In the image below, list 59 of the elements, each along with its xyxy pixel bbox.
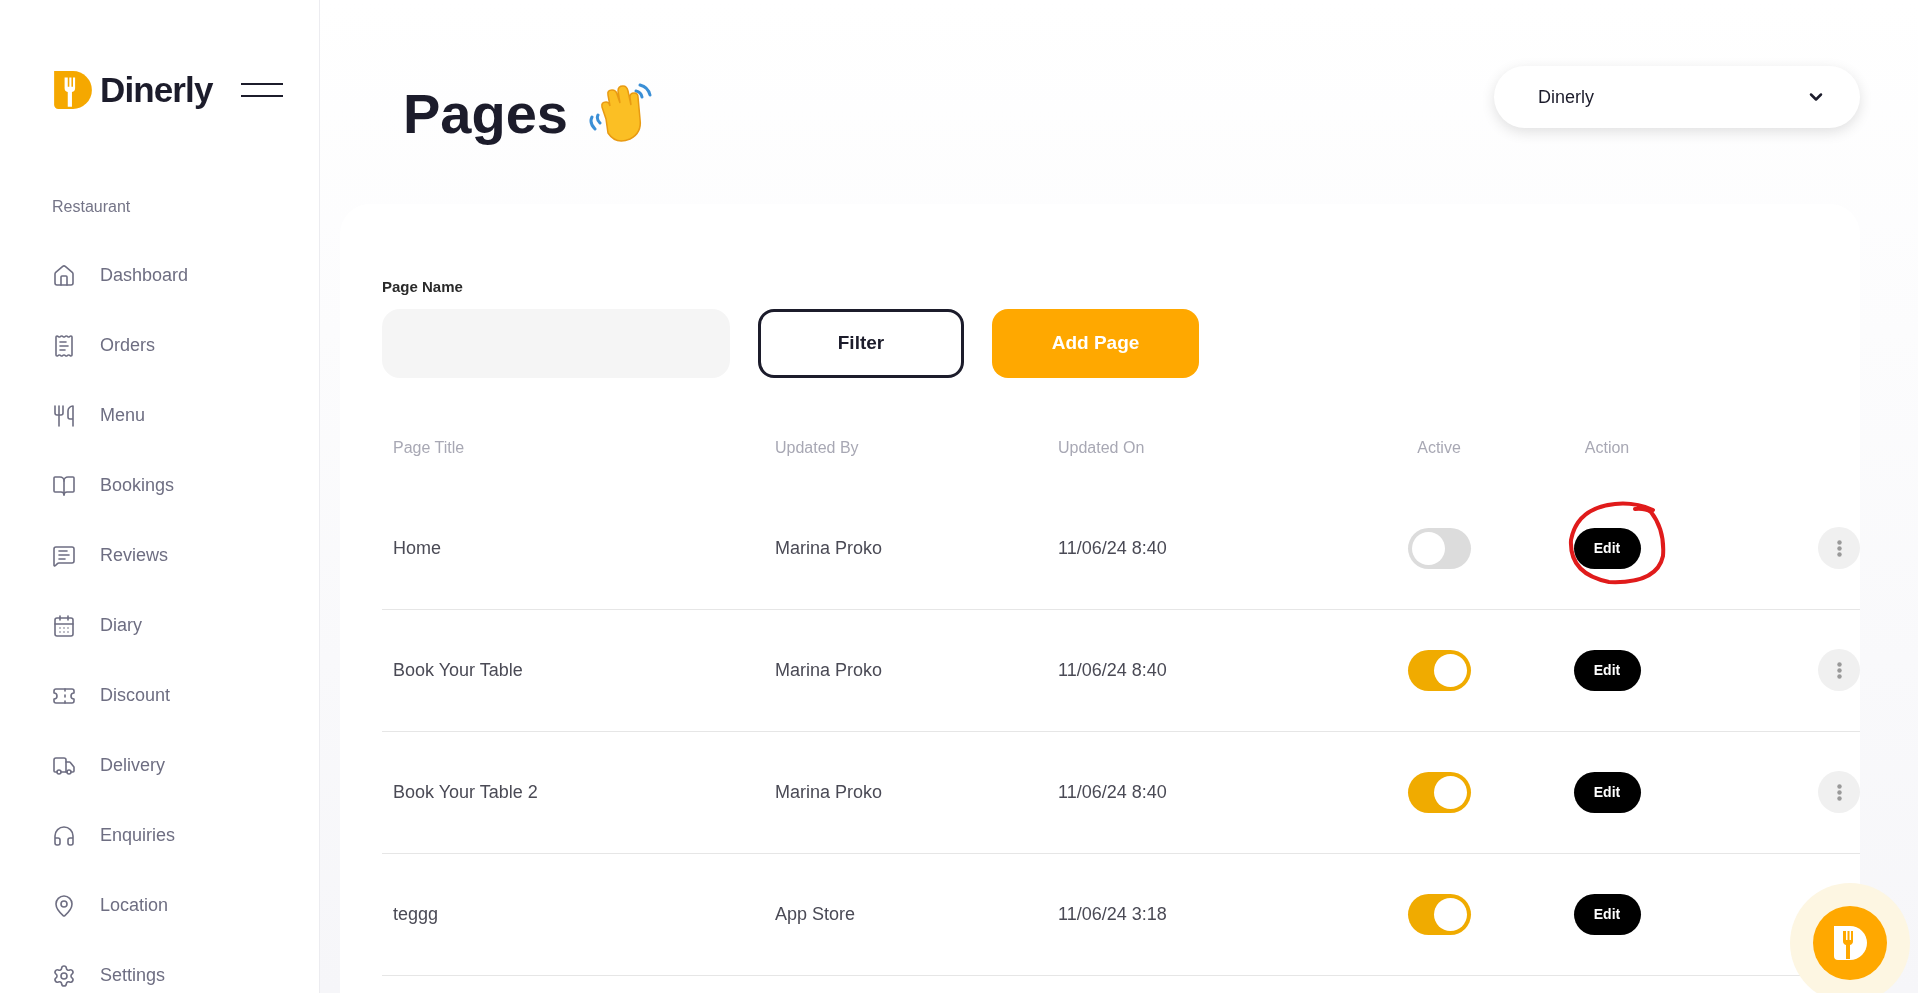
table-cell: Home bbox=[393, 537, 441, 558]
table-cell: 11/06/24 8:40 bbox=[1058, 659, 1167, 680]
field-label: Page Name bbox=[382, 277, 464, 297]
column-header: Updated By bbox=[775, 437, 860, 458]
edit-button[interactable]: Edit bbox=[1573, 771, 1641, 813]
table-cell: Marina Proko bbox=[775, 659, 883, 680]
table-cell: 11/06/24 3:18 bbox=[1058, 903, 1167, 924]
receipt-icon bbox=[52, 333, 76, 358]
more-options-button[interactable] bbox=[1818, 771, 1860, 813]
edit-button[interactable]: Edit bbox=[1573, 527, 1641, 569]
sidebar-section-label: Restaurant bbox=[52, 196, 132, 217]
table-cell: Marina Proko bbox=[775, 537, 883, 558]
table-cell: Book Your Table 2 bbox=[393, 781, 538, 802]
sidebar-item[interactable]: Discount bbox=[52, 660, 319, 731]
table-cell: teggg bbox=[393, 903, 439, 924]
settings-icon bbox=[52, 963, 76, 988]
table-cell: App Store bbox=[775, 903, 856, 924]
more-options-icon bbox=[1836, 783, 1842, 801]
sidebar-item[interactable]: Reviews bbox=[52, 520, 319, 591]
sidebar-item[interactable]: Dashboard bbox=[52, 240, 319, 311]
restaurant-select[interactable]: Dinerly bbox=[1494, 66, 1860, 128]
table-cell: 11/06/24 8:40 bbox=[1058, 781, 1167, 802]
more-options-button[interactable] bbox=[1818, 527, 1860, 569]
message-icon bbox=[52, 543, 76, 568]
sidebar-item[interactable]: Orders bbox=[52, 310, 319, 381]
column-header: Active bbox=[1417, 437, 1461, 458]
table-cell: Book Your Table bbox=[393, 659, 523, 680]
location-pin-icon bbox=[52, 893, 76, 918]
column-header: Action bbox=[1584, 437, 1630, 458]
utensils-icon bbox=[52, 403, 76, 428]
edit-button[interactable]: Edit bbox=[1573, 893, 1641, 935]
more-options-icon bbox=[1836, 539, 1842, 557]
sidebar-item[interactable]: Enquiries bbox=[52, 800, 319, 871]
sidebar-item[interactable]: Menu bbox=[52, 380, 319, 451]
more-options-button[interactable] bbox=[1818, 649, 1860, 691]
active-toggle[interactable] bbox=[1407, 649, 1471, 691]
sidebar-item[interactable]: Settings bbox=[52, 940, 319, 993]
menu-icon[interactable] bbox=[240, 83, 283, 98]
book-icon bbox=[52, 473, 76, 498]
more-options-icon bbox=[1836, 661, 1842, 679]
edit-button[interactable]: Edit bbox=[1573, 649, 1641, 691]
sidebar-item[interactable]: Location bbox=[52, 870, 319, 941]
table-cell: Marina Proko bbox=[775, 781, 883, 802]
calendar-icon bbox=[52, 613, 76, 638]
active-toggle[interactable] bbox=[1407, 893, 1471, 935]
column-header: Updated On bbox=[1058, 438, 1145, 456]
page-title: Pages bbox=[403, 81, 568, 147]
headphones-icon bbox=[52, 823, 76, 848]
column-header: Page Title bbox=[392, 437, 466, 458]
brand-name: Dinerly bbox=[100, 69, 213, 111]
filter-button[interactable]: Filter bbox=[758, 308, 964, 378]
sidebar-item[interactable]: Diary bbox=[52, 590, 319, 661]
table-cell: 11/06/24 8:40 bbox=[1058, 537, 1167, 558]
active-toggle[interactable] bbox=[1407, 527, 1471, 569]
active-toggle[interactable] bbox=[1407, 771, 1471, 813]
sidebar-item[interactable]: Delivery bbox=[52, 730, 319, 801]
brand-logo-icon bbox=[52, 69, 94, 112]
sidebar-item[interactable]: Bookings bbox=[52, 450, 319, 521]
home-icon bbox=[52, 263, 76, 288]
